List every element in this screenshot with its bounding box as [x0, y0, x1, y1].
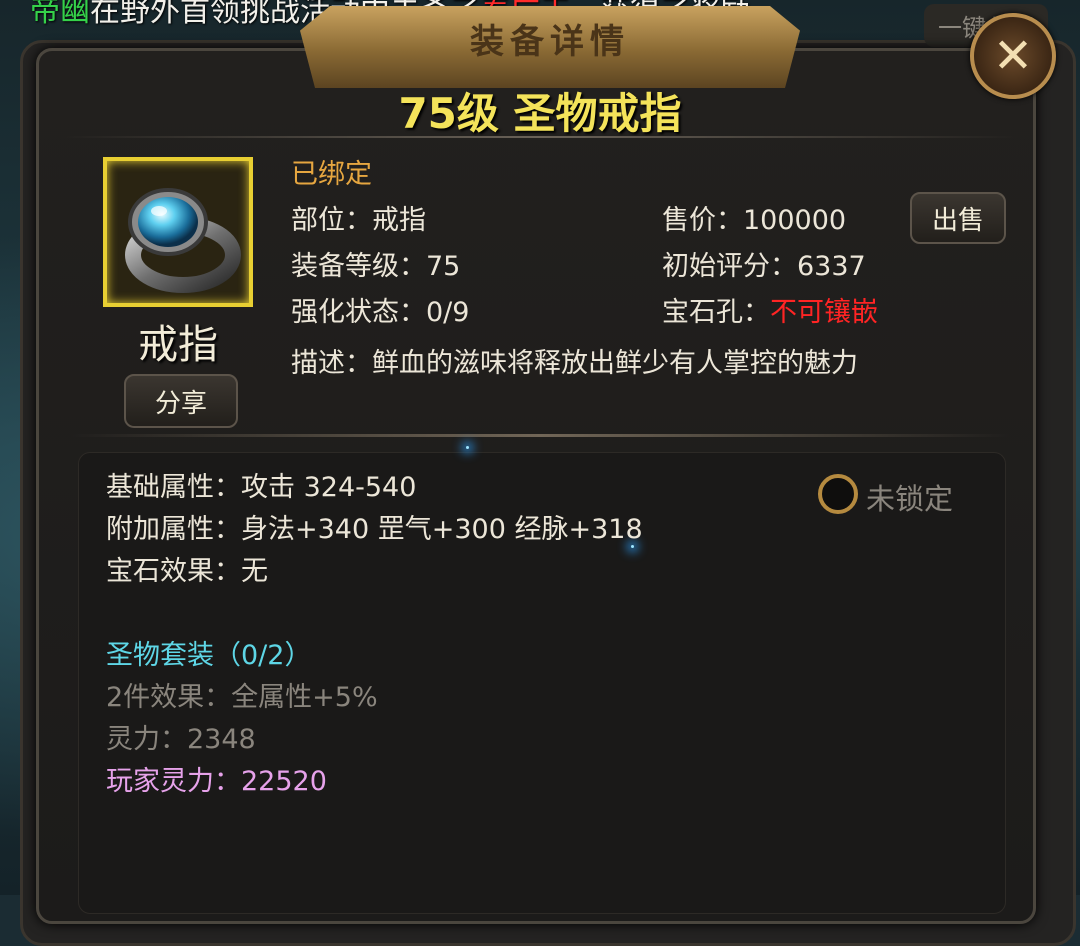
bound-status: 已绑定 — [291, 159, 372, 190]
lock-toggle-icon[interactable] — [818, 474, 858, 514]
item-level: 装备等级：75 — [291, 251, 461, 282]
dialog-title-banner: 装备详情 — [300, 6, 800, 88]
item-name: 戒指 — [138, 322, 218, 368]
close-icon: ✕ — [992, 28, 1034, 84]
base-score: 初始评分：6337 — [662, 251, 866, 282]
base-attributes: 基础属性：攻击 324-540 — [106, 472, 417, 503]
item-slot: 部位：戒指 — [291, 205, 426, 236]
item-icon-frame[interactable] — [103, 157, 253, 307]
gem-slot: 宝石孔：不可镶嵌 — [662, 290, 878, 329]
item-title: 75级 圣物戒指 — [398, 89, 682, 138]
share-button[interactable]: 分享 — [124, 374, 238, 428]
player-spirit-value: 玩家灵力：22520 — [106, 766, 327, 797]
set-effect: 2件效果：全属性+5% — [106, 682, 378, 713]
sell-price: 售价：100000 — [662, 205, 847, 236]
section-divider — [70, 434, 1010, 437]
sparkle-effect — [466, 446, 469, 449]
dialog-title: 装备详情 — [470, 22, 630, 62]
enhance-status: 强化状态：0/9 — [291, 297, 470, 328]
lock-status-label[interactable]: 未锁定 — [866, 476, 953, 518]
set-title: 圣物套装（0/2） — [106, 640, 312, 671]
gem-slot-value: 不可镶嵌 — [770, 297, 878, 328]
gem-effect: 宝石效果：无 — [106, 556, 268, 587]
gem-slot-label: 宝石孔： — [662, 297, 770, 328]
extra-attributes: 附加属性：身法+340 罡气+300 经脉+318 — [106, 514, 643, 545]
title-divider — [60, 136, 1020, 138]
sell-button[interactable]: 出售 — [910, 192, 1006, 244]
spirit-value: 灵力：2348 — [106, 724, 256, 755]
announcement-player-name: 帝幽 — [30, 0, 90, 29]
item-description: 描述：鲜血的滋味将释放出鲜少有人掌控的魅力 — [291, 348, 858, 379]
ring-icon — [125, 188, 241, 293]
